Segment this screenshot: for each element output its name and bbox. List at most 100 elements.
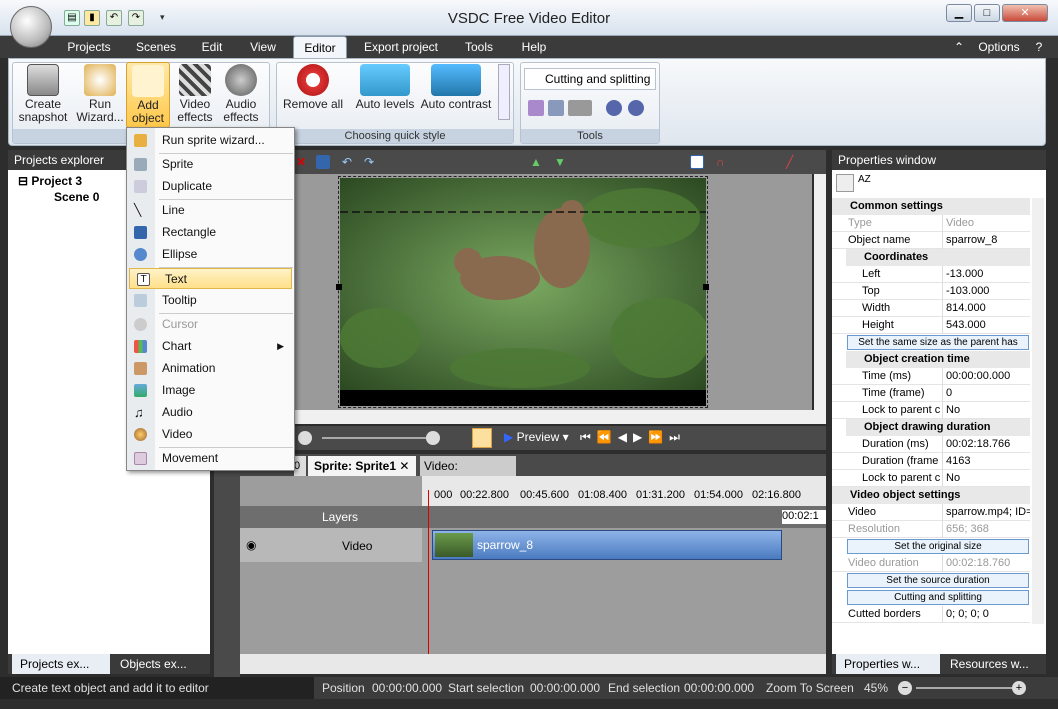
list-view-icon[interactable] (690, 155, 704, 169)
app-logo-icon[interactable] (10, 6, 52, 48)
playhead-line[interactable] (428, 490, 429, 654)
tab-resources-window[interactable]: Resources w... (942, 654, 1046, 674)
help-icon[interactable]: ? (1032, 36, 1046, 58)
undo-icon[interactable]: ↶ (342, 155, 356, 169)
section-common[interactable]: Common settings (832, 198, 1030, 215)
eraser-icon[interactable]: ╱ (786, 155, 800, 169)
scissors-icon[interactable] (528, 100, 544, 116)
quick-style-scroll[interactable] (498, 64, 510, 120)
sort-az-icon[interactable]: AZ (858, 174, 876, 192)
tab-help[interactable]: Help (514, 36, 554, 58)
menu-sprite[interactable]: Sprite (127, 154, 294, 175)
video-effects-button[interactable]: Video effects (174, 64, 216, 124)
close-tab-icon[interactable]: ✕ (399, 459, 409, 473)
prop-object-name[interactable]: Object name sparrow_8 (832, 232, 1030, 249)
timeline-hscroll[interactable] (240, 654, 826, 674)
timer-icon[interactable] (472, 428, 492, 448)
split-icon[interactable] (548, 100, 564, 116)
original-size-button[interactable]: Set the original size (847, 539, 1029, 554)
resize-handle-right[interactable] (703, 284, 709, 290)
create-snapshot-button[interactable]: Create snapshot (16, 64, 70, 124)
menu-duplicate[interactable]: Duplicate (127, 176, 294, 197)
options-menu[interactable]: Options (968, 36, 1030, 58)
section-drawing-duration[interactable]: Object drawing duration (846, 419, 1030, 436)
run-wizard-button[interactable]: Run Wizard... (76, 64, 124, 124)
prop-height[interactable]: Height 543.000 (832, 317, 1030, 334)
prop-duration-frame[interactable]: Duration (frame 4163 (832, 453, 1030, 470)
tab-tools[interactable]: Tools (458, 36, 500, 58)
audio-effects-button[interactable]: Audio effects (220, 64, 262, 124)
tab-properties-window[interactable]: Properties w... (836, 654, 940, 674)
tab-scenes[interactable]: Scenes (130, 36, 182, 58)
prop-duration-ms[interactable]: Duration (ms) 00:02:18.766 (832, 436, 1030, 453)
preview-hscroll[interactable] (292, 410, 826, 424)
prop-time-frame[interactable]: Time (frame) 0 (832, 385, 1030, 402)
preview-button[interactable]: ▶ Preview ▾ (504, 430, 569, 444)
zoom-to-screen-button[interactable]: Zoom To Screen (766, 677, 854, 699)
maximize-button[interactable]: □ (974, 4, 1000, 22)
minimize-button[interactable]: ▁ (946, 4, 972, 22)
source-duration-button[interactable]: Set the source duration (847, 573, 1029, 588)
collapse-ribbon-icon[interactable]: ⌃ (952, 36, 966, 58)
status-zoom-slider[interactable] (916, 687, 1012, 689)
tab-edit[interactable]: Edit (194, 36, 230, 58)
tab-export-project[interactable]: Export project (358, 36, 444, 58)
layer-icon[interactable] (316, 155, 330, 169)
status-zoom-out-icon[interactable]: − (898, 681, 912, 695)
categorized-icon[interactable] (836, 174, 854, 192)
tab-video[interactable]: Video: sparrow_8 (420, 456, 516, 493)
preview-vscroll[interactable] (814, 174, 826, 410)
prop-time-ms[interactable]: Time (ms) 00:00:00.000 (832, 368, 1030, 385)
rotate-left-icon[interactable] (606, 100, 622, 116)
tab-editor[interactable]: Editor (293, 36, 347, 58)
prop-cutted-borders[interactable]: Cutted borders 0; 0; 0; 0 (832, 606, 1030, 623)
properties-vscroll[interactable] (1032, 198, 1044, 624)
resize-handle-left[interactable] (336, 284, 342, 290)
menu-animation[interactable]: Animation (127, 358, 294, 379)
move-down-icon[interactable]: ▼ (554, 155, 568, 169)
menu-movement[interactable]: Movement (127, 448, 294, 469)
tab-overflow[interactable]: 0 (294, 456, 306, 476)
tab-projects[interactable]: Projects (60, 36, 118, 58)
same-size-button[interactable]: Set the same size as the parent has (847, 335, 1029, 350)
crop-icon[interactable] (568, 100, 592, 116)
cutting-splitting-prop-button[interactable]: Cutting and splitting (847, 590, 1029, 605)
menu-line[interactable]: ╲ Line (127, 200, 294, 221)
tab-view[interactable]: View (244, 36, 282, 58)
magnet-icon[interactable]: ∩ (716, 155, 730, 169)
zoom-out-icon[interactable] (298, 431, 312, 445)
zoom-slider[interactable] (322, 437, 432, 439)
close-window-button[interactable]: ✕ (1002, 4, 1048, 22)
rotate-right-icon[interactable] (628, 100, 644, 116)
delete-icon[interactable]: ✕ (296, 155, 310, 169)
prop-width[interactable]: Width 814.000 (832, 300, 1030, 317)
redo-icon[interactable]: ↷ (364, 155, 378, 169)
transport-controls[interactable]: ⏮⏪◀▶⏩⏭ (580, 430, 686, 445)
section-video-settings[interactable]: Video object settings (832, 487, 1030, 504)
menu-audio[interactable]: ♫ Audio (127, 402, 294, 423)
menu-text[interactable]: T Text (129, 268, 292, 289)
menu-ellipse[interactable]: Ellipse (127, 244, 294, 265)
prop-lock-parent-1[interactable]: Lock to parent c No (832, 402, 1030, 419)
menu-video[interactable]: Video (127, 424, 294, 445)
menu-chart[interactable]: Chart ▶ (127, 336, 294, 357)
tree-item-project[interactable]: ⊟ Project 3 (18, 174, 82, 188)
prop-top[interactable]: Top -103.000 (832, 283, 1030, 300)
video-clip[interactable]: sparrow_8 (432, 530, 782, 560)
zoom-in-icon[interactable] (426, 431, 440, 445)
tab-objects-explorer[interactable]: Objects ex... (112, 654, 208, 674)
auto-levels-button[interactable]: Auto levels (354, 64, 416, 111)
auto-contrast-button[interactable]: Auto contrast (420, 64, 492, 111)
menu-run-sprite-wizard[interactable]: Run sprite wizard... (127, 130, 294, 151)
menu-tooltip[interactable]: Tooltip (127, 290, 294, 311)
section-coordinates[interactable]: Coordinates (846, 249, 1030, 266)
move-up-icon[interactable]: ▲ (530, 155, 544, 169)
menu-rectangle[interactable]: Rectangle (127, 222, 294, 243)
status-zoom-in-icon[interactable]: + (1012, 681, 1026, 695)
cutting-splitting-button[interactable]: Cutting and splitting (524, 68, 656, 90)
add-object-button[interactable]: Add object (126, 62, 170, 128)
prop-left[interactable]: Left -13.000 (832, 266, 1030, 283)
tree-item-scene[interactable]: Scene 0 (54, 190, 99, 204)
tab-projects-explorer[interactable]: Projects ex... (12, 654, 110, 674)
section-creation-time[interactable]: Object creation time (846, 351, 1030, 368)
